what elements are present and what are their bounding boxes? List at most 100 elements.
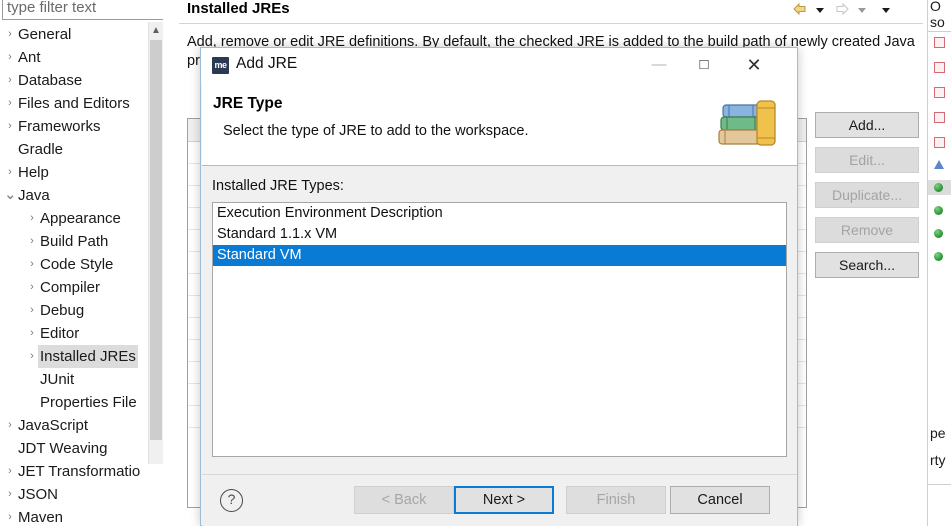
maximize-icon[interactable]: □ <box>681 48 727 82</box>
side-view-heading-2: so <box>930 14 945 30</box>
pane-sash[interactable] <box>163 0 175 526</box>
warning-marker-icon[interactable] <box>934 160 944 169</box>
error-marker-icon[interactable] <box>934 37 945 48</box>
add-jre-dialog: me Add JRE — □ ✕ JRE Type Select the typ… <box>200 47 798 526</box>
search-button[interactable]: Search... <box>815 252 919 278</box>
tree-item-label: Compiler <box>40 278 101 296</box>
tree-item-label: Gradle <box>18 140 64 158</box>
tree-item-java[interactable]: ⌄Java <box>0 183 160 206</box>
tree-item-properties-file[interactable]: ›Properties File <box>0 390 160 413</box>
tree-scrollbar[interactable]: ▲ <box>148 22 163 464</box>
tree-item-label: Database <box>18 71 83 89</box>
chevron-right-icon[interactable]: › <box>4 414 16 437</box>
error-marker-icon[interactable] <box>934 137 945 148</box>
chevron-right-icon[interactable]: › <box>26 207 38 230</box>
side-view-separator-bottom <box>928 484 951 485</box>
title-separator <box>179 23 923 24</box>
filter-placeholder: type filter text <box>7 0 97 16</box>
scrollbar-thumb[interactable] <box>150 40 162 440</box>
duplicate-button: Duplicate... <box>815 182 919 208</box>
tree-item-files-and-editors[interactable]: › Files and Editors <box>0 91 160 114</box>
chevron-right-icon[interactable]: › <box>4 23 16 46</box>
jre-type-list-item[interactable]: Standard VM <box>213 245 786 266</box>
error-marker-icon[interactable] <box>934 62 945 73</box>
next-button[interactable]: Next > <box>454 486 554 514</box>
installed-jre-types-label: Installed JRE Types: <box>212 178 344 194</box>
tree-item-maven[interactable]: › Maven <box>0 505 160 526</box>
dialog-titlebar[interactable]: me Add JRE — □ ✕ <box>201 48 797 83</box>
scroll-up-icon[interactable]: ▲ <box>149 22 163 39</box>
chevron-right-icon[interactable]: › <box>4 161 16 184</box>
preferences-tree-pane: type filter text › General › Ant › Database › F… <box>0 0 175 526</box>
tree-item-label: JUnit <box>40 370 75 388</box>
back-arrow-icon[interactable] <box>791 1 809 22</box>
filter-input[interactable]: type filter text <box>2 0 168 20</box>
wizard-page-title: JRE Type <box>213 95 283 112</box>
side-view-heading-1: O <box>930 0 941 14</box>
chevron-right-icon[interactable]: › <box>26 276 38 299</box>
error-marker-icon[interactable] <box>934 87 945 98</box>
ok-marker-icon[interactable] <box>934 229 943 238</box>
ok-marker-icon[interactable] <box>934 206 943 215</box>
tree-item-help[interactable]: › Help <box>0 160 160 183</box>
chevron-right-icon[interactable]: › <box>26 299 38 322</box>
eclipse-preferences-window: type filter text › General › Ant › Database › F… <box>0 0 951 526</box>
tree-item-label: Build Path <box>40 232 109 250</box>
chevron-down-icon[interactable]: ⌄ <box>4 187 17 202</box>
ok-marker-icon[interactable] <box>934 252 943 261</box>
chevron-right-icon[interactable]: › <box>4 483 16 506</box>
tree-item-jdt-weaving[interactable]: ›JDT Weaving <box>0 436 160 459</box>
ok-marker-icon[interactable] <box>934 183 943 192</box>
tree-item-frameworks[interactable]: › Frameworks <box>0 114 160 137</box>
tree-item-label: JavaScript <box>18 416 89 434</box>
chevron-right-icon[interactable]: › <box>26 253 38 276</box>
tree-item-build-path[interactable]: › Build Path <box>0 229 160 252</box>
tree-item-appearance[interactable]: › Appearance <box>0 206 160 229</box>
chevron-right-icon[interactable]: › <box>4 92 16 115</box>
tree-item-javascript[interactable]: › JavaScript <box>0 413 160 436</box>
view-menu-chevron-down-icon[interactable] <box>879 1 893 22</box>
tree-item-database[interactable]: › Database <box>0 68 160 91</box>
add-button[interactable]: Add... <box>815 112 919 138</box>
jre-type-list-item[interactable]: Execution Environment Description <box>213 203 786 224</box>
minimize-icon[interactable]: — <box>636 48 682 82</box>
preferences-tree[interactable]: › General › Ant › Database › Files and Editors ›… <box>0 22 160 526</box>
tree-item-jet-transformatio[interactable]: › JET Transformatio <box>0 459 160 482</box>
tree-item-label: Debug <box>40 301 85 319</box>
tree-item-installed-jres[interactable]: › Installed JREs <box>0 344 160 368</box>
installed-jre-types-list[interactable]: Execution Environment Description Standar… <box>212 202 787 457</box>
help-icon[interactable]: ? <box>220 489 243 512</box>
error-marker-icon[interactable] <box>934 112 945 123</box>
tree-item-editor[interactable]: › Editor <box>0 321 160 344</box>
tree-item-json[interactable]: › JSON <box>0 482 160 505</box>
tree-item-label: Ant <box>18 48 41 66</box>
chevron-right-icon[interactable]: › <box>26 322 38 345</box>
tree-item-ant[interactable]: › Ant <box>0 45 160 68</box>
dialog-title: Add JRE <box>236 55 298 72</box>
tree-item-gradle[interactable]: ›Gradle <box>0 137 160 160</box>
tree-item-debug[interactable]: › Debug <box>0 298 160 321</box>
chevron-right-icon[interactable]: › <box>4 115 16 138</box>
jre-type-list-item[interactable]: Standard 1.1.x VM <box>213 224 786 245</box>
tree-item-junit[interactable]: ›JUnit <box>0 367 160 390</box>
page-title: Installed JREs <box>187 0 290 17</box>
tree-item-label: JDT Weaving <box>18 439 108 457</box>
back-dropdown-chevron-down-icon[interactable] <box>813 1 827 22</box>
chevron-right-icon[interactable]: › <box>4 46 16 69</box>
chevron-right-icon[interactable]: › <box>4 460 16 483</box>
side-view-text-2: rty <box>930 452 946 468</box>
forward-dropdown-chevron-down-icon <box>855 1 869 22</box>
close-icon[interactable]: ✕ <box>731 48 777 82</box>
app-icon-label: me <box>214 60 227 70</box>
page-history-nav <box>791 1 903 21</box>
tree-item-compiler[interactable]: › Compiler <box>0 275 160 298</box>
chevron-right-icon[interactable]: › <box>26 230 38 253</box>
tree-item-general[interactable]: › General <box>0 22 160 45</box>
chevron-right-icon[interactable]: › <box>4 69 16 92</box>
tree-item-code-style[interactable]: › Code Style <box>0 252 160 275</box>
tree-item-label: General <box>18 25 72 43</box>
cancel-button[interactable]: Cancel <box>670 486 770 514</box>
chevron-right-icon[interactable]: › <box>4 506 16 526</box>
chevron-right-icon[interactable]: › <box>26 345 38 368</box>
side-view-strip: O so pe rty <box>927 0 951 526</box>
